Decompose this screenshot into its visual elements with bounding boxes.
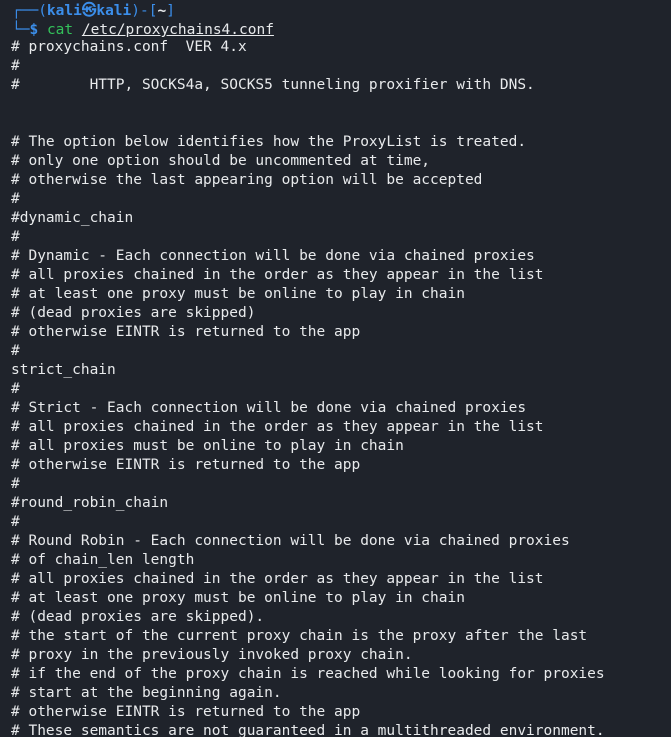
prompt-frame-open: ┌──( — [12, 3, 47, 19]
output-line: # — [11, 476, 20, 492]
terminal-window[interactable]: ┌──(kali㉿kali)-[~] └─$ cat /etc/proxycha… — [0, 0, 671, 737]
output-line: # Strict - Each connection will be done … — [11, 400, 527, 416]
output-line: # at least one proxy must be online to p… — [11, 590, 465, 606]
output-line: strict_chain — [11, 362, 116, 378]
output-line: # proxychains.conf VER 4.x — [11, 39, 247, 55]
output-line: # of chain_len length — [11, 552, 195, 568]
output-line: # only one option should be uncommented … — [11, 153, 431, 169]
output-line: #round_robin_chain — [11, 495, 169, 511]
output-line: # at least one proxy must be online to p… — [11, 286, 465, 302]
output-line: # (dead proxies are skipped). — [11, 609, 265, 625]
output-line: #dynamic_chain — [11, 210, 134, 226]
output-line: # all proxies chained in the order as th… — [11, 571, 544, 587]
output-line: # otherwise EINTR is returned to the app — [11, 457, 361, 473]
prompt-at-symbol: ㉿ — [81, 3, 97, 19]
output-line: # — [11, 191, 20, 207]
prompt-cwd: ~ — [157, 3, 167, 19]
prompt-dollar: $ — [29, 22, 39, 38]
prompt-frame-close: ] — [166, 3, 175, 19]
output-line: # all proxies chained in the order as th… — [11, 267, 544, 283]
output-line: # start at the beginning again. — [11, 685, 282, 701]
output-line: # — [11, 58, 20, 74]
prompt-host: kali — [96, 3, 132, 19]
prompt-corner: └─ — [12, 22, 30, 38]
output-line: # Round Robin - Each connection will be … — [11, 533, 570, 549]
output-line: # otherwise EINTR is returned to the app — [11, 704, 361, 720]
output-line: # — [11, 514, 20, 530]
command-output: # proxychains.conf VER 4.x # # HTTP, SOCKS… — [11, 38, 605, 737]
command-name: cat — [46, 22, 74, 38]
output-line: # — [11, 229, 20, 245]
output-line: # The option below identifies how the Pr… — [11, 134, 527, 150]
output-line: # Dynamic - Each connection will be done… — [11, 248, 535, 264]
command-argument-path[interactable]: /etc/proxychains4.conf — [82, 22, 274, 38]
prompt-frame-mid: )-[ — [131, 3, 158, 19]
output-line: # otherwise the last appearing option wi… — [11, 172, 483, 188]
output-line: # the start of the current proxy chain i… — [11, 628, 588, 644]
output-line: # all proxies must be online to play in … — [11, 438, 404, 454]
output-line: # if the end of the proxy chain is reach… — [11, 666, 605, 682]
output-line: # — [11, 381, 20, 397]
prompt-user: kali — [46, 3, 82, 19]
output-line: # proxy in the previously invoked proxy … — [11, 647, 413, 663]
output-line: # (dead proxies are skipped) — [11, 305, 256, 321]
output-line: # all proxies chained in the order as th… — [11, 419, 544, 435]
output-line: # otherwise EINTR is returned to the app — [11, 324, 361, 340]
output-line: # HTTP, SOCKS4a, SOCKS5 tunneling proxif… — [11, 77, 535, 93]
output-line: # These semantics are not guaranteed in … — [11, 723, 605, 737]
output-line: # — [11, 343, 20, 359]
